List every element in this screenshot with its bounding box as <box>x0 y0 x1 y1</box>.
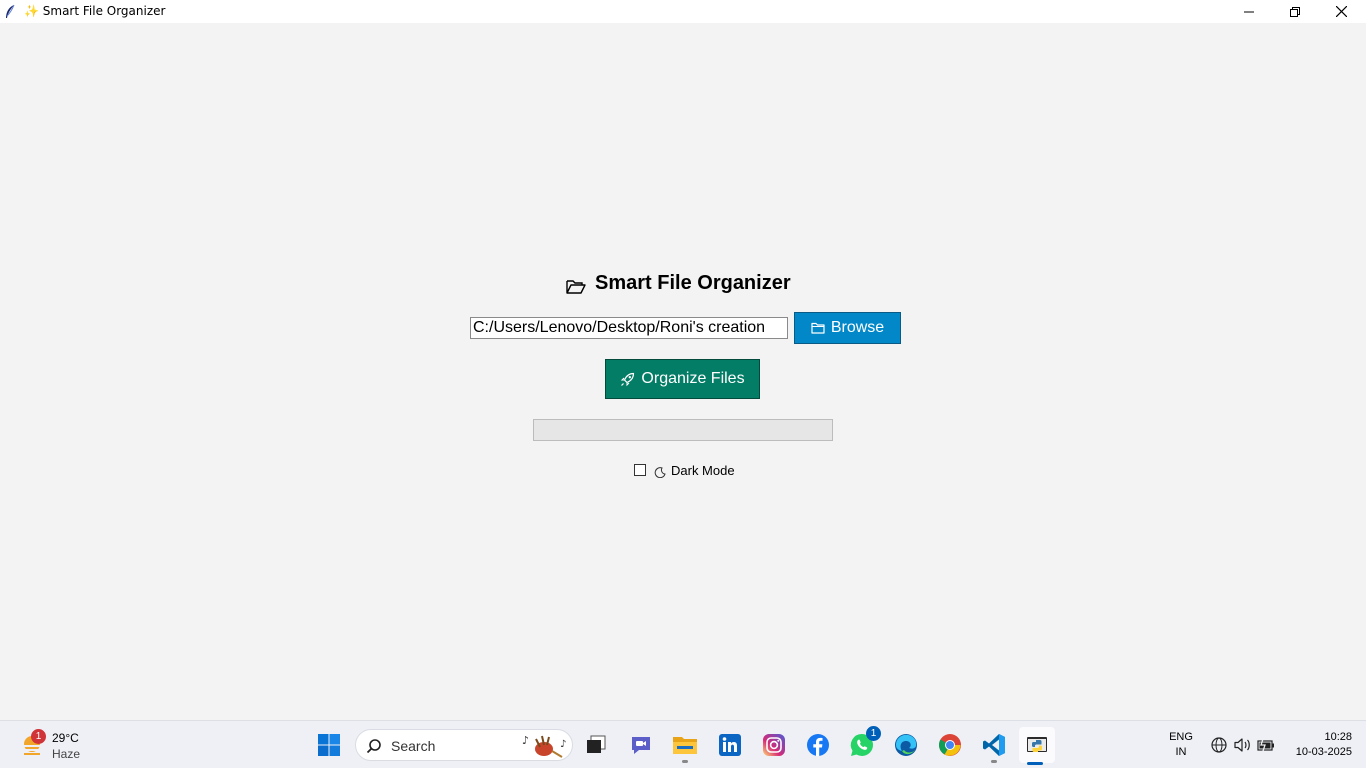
volume-button[interactable] <box>1234 736 1252 754</box>
close-button[interactable] <box>1318 0 1364 23</box>
video-chat-icon <box>632 737 650 754</box>
running-indicator <box>682 760 688 763</box>
taskbar-search[interactable]: Search ♪ ♪ <box>355 729 573 761</box>
minimize-button[interactable] <box>1226 0 1272 23</box>
task-view-button[interactable] <box>580 729 612 761</box>
checkbox-box[interactable] <box>634 464 646 476</box>
language-indicator[interactable]: ENG IN <box>1166 730 1196 760</box>
windows-logo-icon <box>318 734 340 756</box>
dark-mode-label: Dark Mode <box>671 462 735 478</box>
facebook-button[interactable] <box>802 729 834 761</box>
browse-label: Browse <box>830 319 885 336</box>
language-region: IN <box>1175 746 1187 758</box>
video-chat-button[interactable] <box>625 729 657 761</box>
python-icon <box>1027 737 1047 752</box>
close-icon <box>1335 6 1347 17</box>
running-indicator <box>991 760 997 763</box>
whatsapp-button[interactable]: 1 <box>846 726 881 761</box>
clock[interactable]: 10:28 10-03-2025 <box>1286 730 1352 760</box>
instagram-icon <box>763 734 785 756</box>
chrome-button[interactable] <box>934 729 966 761</box>
taskbar: 1 29°C Haze Search ♪ ♪ 1 ENG IN 10:28 10… <box>0 720 1366 768</box>
organize-label: Organize Files <box>641 370 745 387</box>
file-explorer-button[interactable] <box>669 729 701 763</box>
restore-button[interactable] <box>1272 0 1318 23</box>
bagpipe-highlight-icon: ♪ ♪ <box>522 734 566 758</box>
app-heading: Smart File Organizer <box>566 270 791 296</box>
weather-badge: 1 <box>31 729 46 744</box>
minimize-icon <box>1244 11 1254 12</box>
globe-icon <box>1211 737 1227 753</box>
weather-temp: 29°C <box>52 731 79 745</box>
weather-widget[interactable]: 1 29°C Haze <box>18 729 98 763</box>
organize-files-button[interactable]: Organize Files <box>605 359 760 399</box>
dark-mode-checkbox[interactable]: Dark Mode <box>634 461 735 479</box>
battery-charging-icon <box>1257 739 1274 751</box>
whatsapp-badge: 1 <box>866 726 881 741</box>
linkedin-icon <box>719 734 741 756</box>
facebook-icon <box>807 734 829 756</box>
language-code: ENG <box>1169 731 1193 743</box>
svg-text:♪: ♪ <box>522 734 529 747</box>
chrome-icon <box>939 734 961 756</box>
task-view-icon <box>587 735 606 753</box>
start-button[interactable] <box>313 729 345 761</box>
python-app-button[interactable] <box>1019 727 1055 765</box>
restore-icon <box>1290 6 1300 17</box>
folder-path-input[interactable]: C:/Users/Lenovo/Desktop/Roni's creation <box>470 317 788 339</box>
svg-text:♪: ♪ <box>560 739 566 750</box>
instagram-button[interactable] <box>758 729 790 761</box>
clock-time: 10:28 <box>1324 731 1352 743</box>
title-bar: ✨ Smart File Organizer <box>0 0 1366 23</box>
folder-icon <box>811 322 825 334</box>
moon-icon <box>654 467 666 478</box>
search-label: Search <box>391 738 436 754</box>
active-indicator <box>1027 762 1043 765</box>
folder-icon <box>673 737 697 754</box>
clock-date: 10-03-2025 <box>1295 746 1352 758</box>
edge-button[interactable] <box>890 729 922 761</box>
rocket-icon <box>621 372 635 386</box>
network-button[interactable] <box>1210 736 1228 754</box>
window-title: ✨ Smart File Organizer <box>24 4 166 18</box>
vscode-icon <box>983 734 1005 756</box>
open-folder-icon <box>566 280 586 294</box>
weather-condition: Haze <box>52 747 81 761</box>
speaker-icon <box>1234 738 1250 752</box>
linkedin-button[interactable] <box>714 729 746 761</box>
browse-button[interactable]: Browse <box>794 312 901 344</box>
feather-icon <box>6 4 15 18</box>
vscode-button[interactable] <box>978 729 1010 763</box>
battery-button[interactable] <box>1257 736 1275 754</box>
progress-bar <box>533 419 833 441</box>
edge-icon <box>895 734 917 756</box>
page-title: Smart File Organizer <box>595 271 791 294</box>
search-icon <box>366 739 381 754</box>
